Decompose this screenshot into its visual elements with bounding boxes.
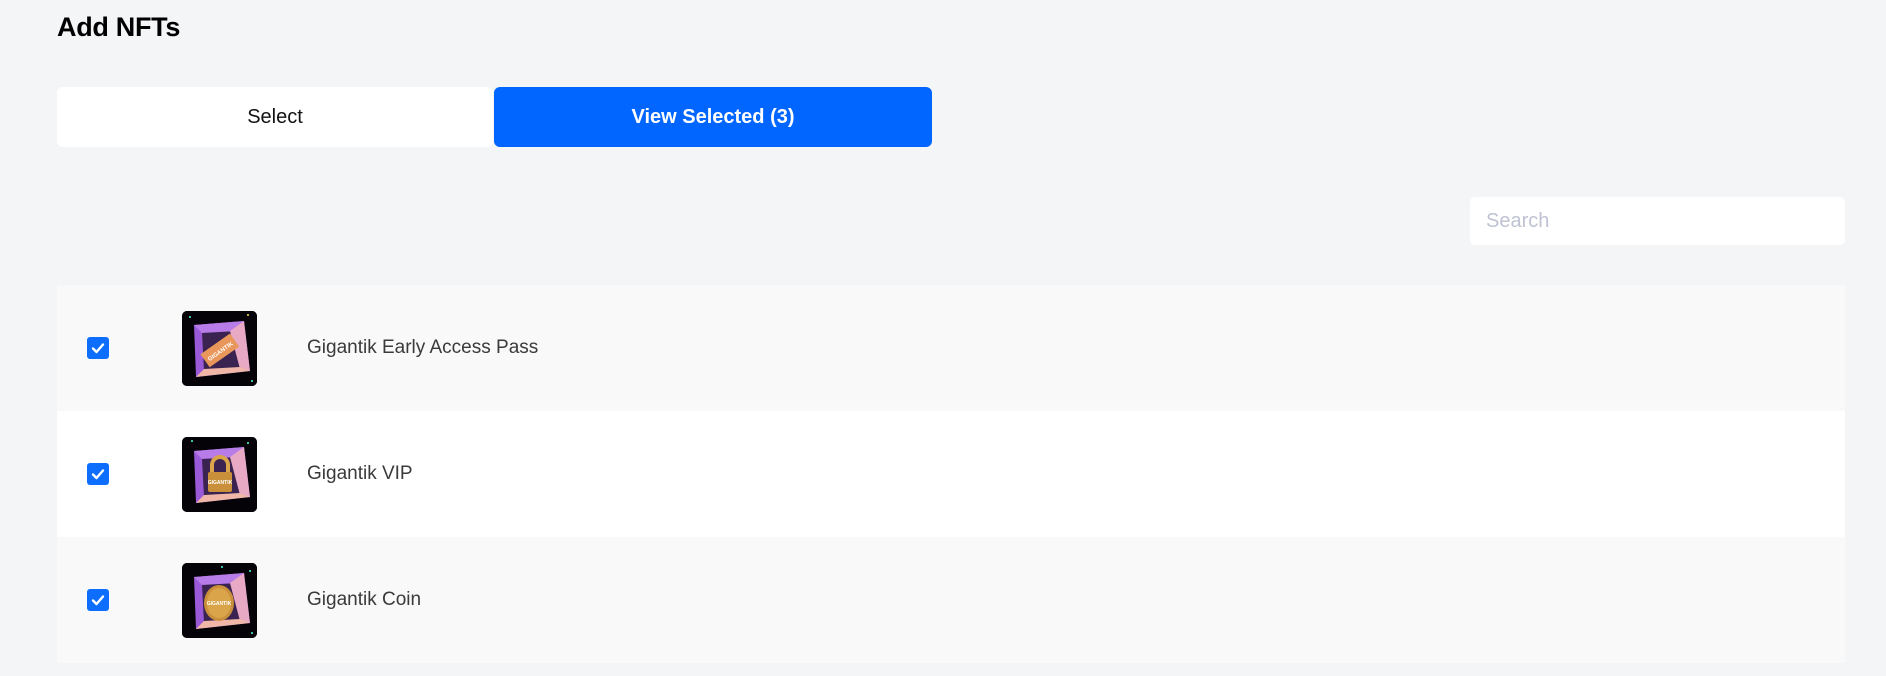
nft-name: Gigantik Early Access Pass [307,337,539,358]
nft-thumbnail: GIGANTIK [182,436,257,512]
nft-name: Gigantik Coin [307,589,422,610]
nft-thumbnail: GIGANTIK [182,562,257,638]
checkmark-icon [91,595,105,606]
checkbox[interactable] [87,589,109,611]
nft-name: Gigantik VIP [307,463,413,484]
nft-list: GIGANTIK Gigantik Early Access Pass GIGA… [57,285,1845,663]
checkmark-icon [91,343,105,354]
tab-view-selected[interactable]: View Selected (3) [494,87,932,147]
svg-text:GIGANTIK: GIGANTIK [207,601,232,607]
page-title: Add NFTs [57,12,181,42]
checkbox[interactable] [87,463,109,485]
list-item[interactable]: GIGANTIK Gigantik VIP [57,411,1845,537]
search-input[interactable] [1470,197,1845,245]
coin-icon: GIGANTIK [182,562,257,638]
list-item[interactable]: GIGANTIK Gigantik Early Access Pass [57,285,1845,411]
padlock-icon: GIGANTIK [182,436,257,512]
svg-text:GIGANTIK: GIGANTIK [208,480,233,486]
tab-select[interactable]: Select [57,87,493,147]
checkmark-icon [91,469,105,480]
nft-thumbnail: GIGANTIK [182,310,257,386]
list-item[interactable]: GIGANTIK Gigantik Coin [57,537,1845,663]
checkbox[interactable] [87,337,109,359]
ticket-icon: GIGANTIK [182,310,257,386]
